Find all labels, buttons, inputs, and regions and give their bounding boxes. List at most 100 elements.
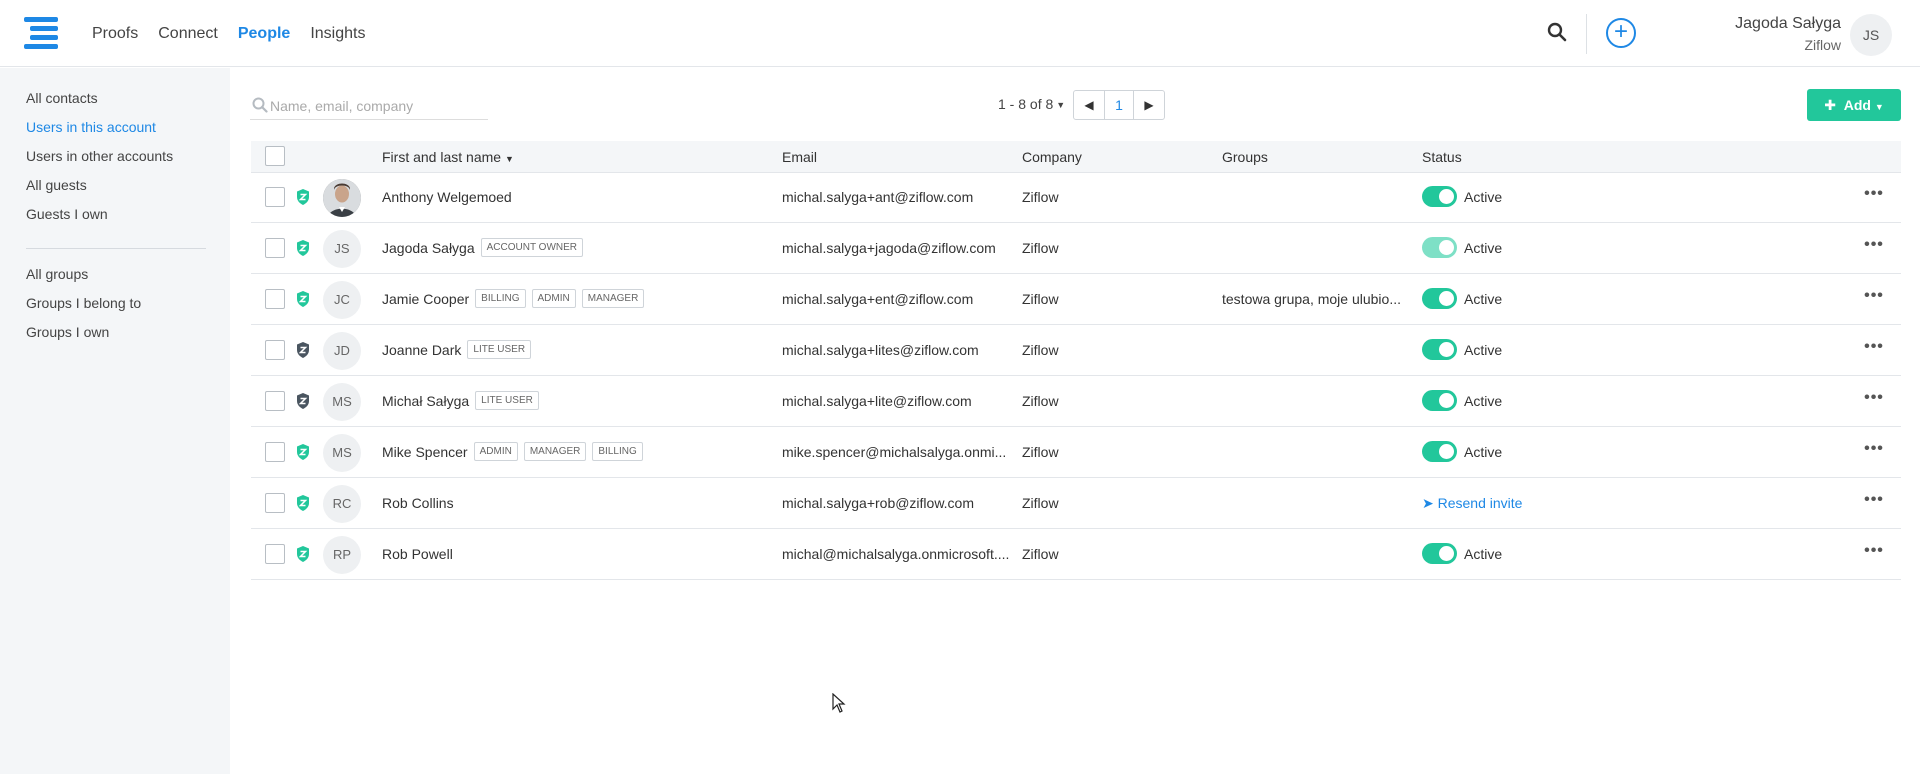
user-name-cell[interactable]: Mike Spencer ADMIN MANAGER BILLING: [382, 442, 643, 463]
company-cell: Ziflow: [1022, 546, 1059, 562]
caret-down-icon: ▼: [1874, 102, 1884, 112]
sidebar-item-all-guests[interactable]: All guests: [26, 177, 87, 193]
user-name-cell[interactable]: Joanne Dark LITE USER: [382, 340, 532, 361]
shield-icon: [296, 189, 310, 205]
role-badge: BILLING: [592, 442, 643, 461]
status-text: Active: [1464, 393, 1503, 409]
select-all-checkbox[interactable]: [265, 146, 285, 166]
avatar: MS: [323, 383, 361, 421]
header-status[interactable]: Status: [1422, 149, 1462, 165]
table-row[interactable]: RP Rob Powell michal@michalsalyga.onmicros…: [251, 529, 1901, 580]
sidebar-item-guests-i-own[interactable]: Guests I own: [26, 206, 108, 222]
sidebar-item-groups-i-belong-to[interactable]: Groups I belong to: [26, 295, 141, 311]
role-badge: ADMIN: [531, 289, 576, 308]
more-options-icon[interactable]: •••: [1863, 441, 1885, 462]
next-page-icon[interactable]: ▶: [1134, 91, 1164, 119]
role-badge: LITE USER: [475, 391, 539, 410]
row-checkbox[interactable]: [265, 187, 285, 207]
table-row[interactable]: JC Jamie Cooper BILLING ADMIN MANAGER michal.…: [251, 274, 1901, 325]
main-nav: Proofs Connect People Insights: [92, 0, 385, 67]
user-avatar[interactable]: JS: [1850, 14, 1892, 56]
email-cell: michal@michalsalyga.onmicrosoft....: [782, 546, 1010, 562]
toolbar-divider: [1586, 14, 1587, 54]
header-company[interactable]: Company: [1022, 149, 1082, 165]
email-cell: michal.salyga+rob@ziflow.com: [782, 495, 975, 511]
status-toggle[interactable]: [1422, 288, 1457, 309]
sidebar-item-users-in-other-accounts[interactable]: Users in other accounts: [26, 148, 173, 164]
pagination: ◀ 1 ▶: [1073, 90, 1165, 120]
header-name-label: First and last name: [382, 149, 502, 165]
pager-range-dropdown[interactable]: 1 - 8 of 8 ▼: [998, 96, 1065, 112]
resend-invite-link[interactable]: ➤ Resend invite: [1422, 495, 1522, 512]
role-badge: MANAGER: [581, 289, 645, 308]
header-name[interactable]: First and last name ▼: [382, 149, 514, 165]
user-name-cell[interactable]: Michał Sałyga LITE USER: [382, 391, 539, 412]
sidebar-divider: [26, 248, 206, 249]
row-checkbox[interactable]: [265, 238, 285, 258]
shield-icon: [296, 342, 310, 358]
user-org: Ziflow: [1804, 37, 1841, 53]
user-name: Joanne Dark: [382, 342, 462, 359]
table-row[interactable]: MS Mike Spencer ADMIN MANAGER BILLING mike.sp…: [251, 427, 1901, 478]
sidebar-item-users-in-this-account[interactable]: Users in this account: [26, 119, 156, 135]
user-name[interactable]: Jagoda Sałyga: [1735, 15, 1841, 33]
status-toggle[interactable]: [1422, 186, 1457, 207]
sidebar-item-all-groups[interactable]: All groups: [26, 266, 88, 282]
company-cell: Ziflow: [1022, 240, 1059, 256]
sidebar-item-groups-i-own[interactable]: Groups I own: [26, 324, 109, 340]
row-checkbox[interactable]: [265, 289, 285, 309]
search-input[interactable]: [270, 94, 486, 118]
more-options-icon[interactable]: •••: [1863, 390, 1885, 411]
header-email[interactable]: Email: [782, 149, 817, 165]
status-toggle[interactable]: [1422, 390, 1457, 411]
ziflow-logo-icon[interactable]: [24, 17, 58, 49]
add-button[interactable]: ✚ Add ▼: [1807, 89, 1901, 121]
user-name: Jamie Cooper: [382, 291, 470, 308]
more-options-icon[interactable]: •••: [1863, 339, 1885, 360]
company-cell: Ziflow: [1022, 393, 1059, 409]
nav-insights[interactable]: Insights: [310, 25, 365, 43]
user-name-cell[interactable]: Rob Collins: [382, 495, 454, 511]
sidebar: All contacts Users in this account Users…: [0, 68, 230, 774]
create-plus-icon[interactable]: +: [1606, 18, 1636, 48]
nav-proofs[interactable]: Proofs: [92, 25, 138, 43]
more-options-icon[interactable]: •••: [1863, 288, 1885, 309]
status-toggle[interactable]: [1422, 543, 1457, 564]
nav-connect[interactable]: Connect: [158, 25, 218, 43]
status-text: Active: [1464, 546, 1503, 562]
table-row[interactable]: JS Jagoda Sałyga ACCOUNT OWNER michal.salyg…: [251, 223, 1901, 274]
row-checkbox[interactable]: [265, 544, 285, 564]
row-checkbox[interactable]: [265, 442, 285, 462]
row-checkbox[interactable]: [265, 391, 285, 411]
status-toggle[interactable]: [1422, 339, 1457, 360]
user-name-cell[interactable]: Rob Powell: [382, 546, 453, 562]
page-number[interactable]: 1: [1104, 91, 1134, 119]
table-row[interactable]: Anthony Welgemoed michal.salyga+ant@ziflo…: [251, 172, 1901, 223]
more-options-icon[interactable]: •••: [1863, 237, 1885, 258]
user-name-cell[interactable]: Anthony Welgemoed: [382, 189, 512, 205]
user-name-cell[interactable]: Jamie Cooper BILLING ADMIN MANAGER: [382, 289, 645, 310]
status-toggle[interactable]: [1422, 441, 1457, 462]
email-cell: mike.spencer@michalsalyga.onmi...: [782, 444, 1007, 460]
search-box: [250, 94, 488, 120]
resend-invite-label: Resend invite: [1437, 495, 1523, 511]
more-options-icon[interactable]: •••: [1863, 492, 1885, 513]
search-icon[interactable]: [1547, 22, 1569, 44]
header-groups[interactable]: Groups: [1222, 149, 1268, 165]
top-navigation-bar: Proofs Connect People Insights + Jagoda …: [0, 0, 1920, 67]
more-options-icon[interactable]: •••: [1863, 543, 1885, 564]
sidebar-item-all-contacts[interactable]: All contacts: [26, 90, 98, 106]
avatar: RP: [323, 536, 361, 574]
table-row[interactable]: MS Michał Sałyga LITE USER michal.salyga+li…: [251, 376, 1901, 427]
row-checkbox[interactable]: [265, 493, 285, 513]
user-name-cell[interactable]: Jagoda Sałyga ACCOUNT OWNER: [382, 238, 584, 259]
status-toggle[interactable]: [1422, 237, 1457, 258]
avatar: MS: [323, 434, 361, 472]
more-options-icon[interactable]: •••: [1863, 186, 1885, 207]
table-row[interactable]: JD Joanne Dark LITE USER michal.salyga+lite…: [251, 325, 1901, 376]
caret-down-icon: ▼: [1056, 100, 1066, 111]
nav-people[interactable]: People: [238, 25, 290, 43]
table-row[interactable]: RC Rob Collins michal.salyga+rob@ziflow.co…: [251, 478, 1901, 529]
previous-page-icon[interactable]: ◀: [1074, 91, 1104, 119]
row-checkbox[interactable]: [265, 340, 285, 360]
